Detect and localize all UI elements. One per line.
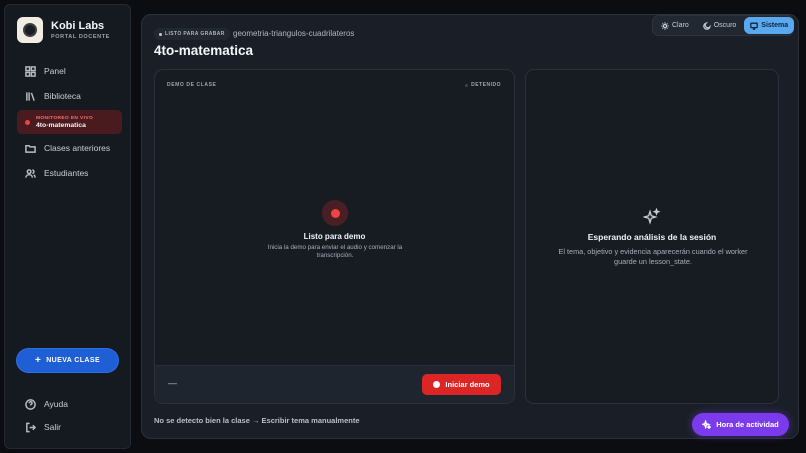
users-icon bbox=[25, 168, 36, 178]
live-indicator-icon bbox=[25, 119, 30, 125]
logout-icon bbox=[26, 422, 36, 432]
transcript-placeholder: — bbox=[168, 378, 177, 388]
sparkles-icon bbox=[643, 208, 661, 225]
sidebar-item-live-class[interactable]: MONITOREO EN VIVO 4to-matematica bbox=[17, 110, 122, 134]
lesson-slug: geometria-triangulos-cuadrilateros bbox=[233, 29, 355, 38]
analysis-description: El tema, objetivo y evidencia aparecerán… bbox=[558, 247, 748, 267]
theme-option-label: Sistema bbox=[761, 22, 789, 29]
help-label: Ayuda bbox=[44, 399, 68, 409]
demo-panel: DEMO DE CLASE DETENIDO Listo para demo I… bbox=[154, 69, 515, 404]
sidebar-item-help[interactable]: Ayuda bbox=[17, 393, 122, 415]
plus-icon: + bbox=[34, 354, 42, 366]
theme-option-label: Claro bbox=[672, 22, 689, 29]
sidebar-item-estudiantes[interactable]: Estudiantes bbox=[17, 162, 122, 184]
analysis-title: Esperando análisis de la sesión bbox=[587, 232, 717, 242]
theme-option-label: Oscuro bbox=[713, 22, 737, 29]
theme-option-sistema[interactable]: Sistema bbox=[744, 17, 795, 34]
sidebar-item-clases-anteriores[interactable]: Clases anteriores bbox=[17, 137, 122, 159]
record-icon bbox=[322, 200, 348, 226]
live-class-name: 4to-matematica bbox=[36, 121, 86, 129]
theme-option-oscuro[interactable]: Oscuro bbox=[697, 17, 743, 34]
brand[interactable]: Kobi Labs PORTAL DOCENTE bbox=[17, 17, 110, 43]
brand-subtitle: PORTAL DOCENTE bbox=[51, 34, 110, 40]
moon-icon bbox=[702, 21, 711, 30]
sidebar-item-label: Clases anteriores bbox=[44, 143, 111, 153]
demo-panel-label: DEMO DE CLASE bbox=[167, 82, 217, 88]
sidebar: Kobi Labs PORTAL DOCENTE Panel Bibliotec… bbox=[4, 4, 131, 449]
start-demo-label: Iniciar demo bbox=[445, 380, 490, 389]
sparkles-icon bbox=[702, 420, 712, 429]
record-dot-icon bbox=[433, 381, 441, 388]
state-dot-icon bbox=[465, 83, 469, 87]
sidebar-item-label: Biblioteca bbox=[44, 91, 81, 101]
ready-title: Listo para demo bbox=[303, 232, 366, 241]
grid-icon bbox=[25, 65, 36, 77]
status-text: LISTO PARA GRABAR bbox=[165, 31, 225, 37]
demo-state-text: DETENIDO bbox=[471, 82, 501, 88]
analysis-panel: Esperando análisis de la sesión El tema,… bbox=[525, 69, 779, 404]
activity-button-label: Hora de actividad bbox=[716, 420, 779, 429]
new-class-button[interactable]: + NUEVA CLASE bbox=[17, 349, 118, 372]
monitor-icon bbox=[750, 22, 759, 30]
new-class-label: NUEVA CLASE bbox=[46, 357, 101, 364]
theme-option-claro[interactable]: Claro bbox=[655, 17, 695, 34]
sidebar-item-label: Estudiantes bbox=[44, 168, 89, 178]
main-content: LISTO PARA GRABAR geometria-triangulos-c… bbox=[141, 14, 799, 439]
folder-icon bbox=[25, 144, 36, 153]
logout-label: Salir bbox=[44, 422, 62, 432]
ready-description: Inicia la demo para enviar el audio y co… bbox=[267, 244, 403, 260]
status-badge: LISTO PARA GRABAR bbox=[154, 28, 230, 40]
status-dot-icon bbox=[159, 32, 162, 36]
live-status: MONITOREO EN VIVO bbox=[36, 115, 94, 121]
logo bbox=[17, 17, 43, 43]
library-icon bbox=[26, 91, 35, 101]
manual-topic-link[interactable]: No se detecto bien la clase → Escribir t… bbox=[154, 416, 360, 425]
help-icon bbox=[25, 398, 36, 410]
activity-time-button[interactable]: Hora de actividad bbox=[692, 413, 789, 436]
brand-name: Kobi Labs bbox=[51, 20, 105, 32]
sun-icon bbox=[661, 21, 669, 30]
theme-switcher: Claro Oscuro Sistema bbox=[652, 15, 795, 36]
sidebar-item-panel[interactable]: Panel bbox=[17, 60, 122, 82]
sidebar-item-biblioteca[interactable]: Biblioteca bbox=[17, 85, 122, 107]
page-title: 4to-matematica bbox=[154, 43, 254, 58]
sidebar-item-label: Panel bbox=[44, 66, 66, 76]
sidebar-item-logout[interactable]: Salir bbox=[17, 416, 122, 438]
demo-state: DETENIDO bbox=[465, 82, 501, 88]
demo-panel-footer: — Iniciar demo bbox=[155, 365, 514, 403]
start-demo-button[interactable]: Iniciar demo bbox=[422, 374, 501, 395]
